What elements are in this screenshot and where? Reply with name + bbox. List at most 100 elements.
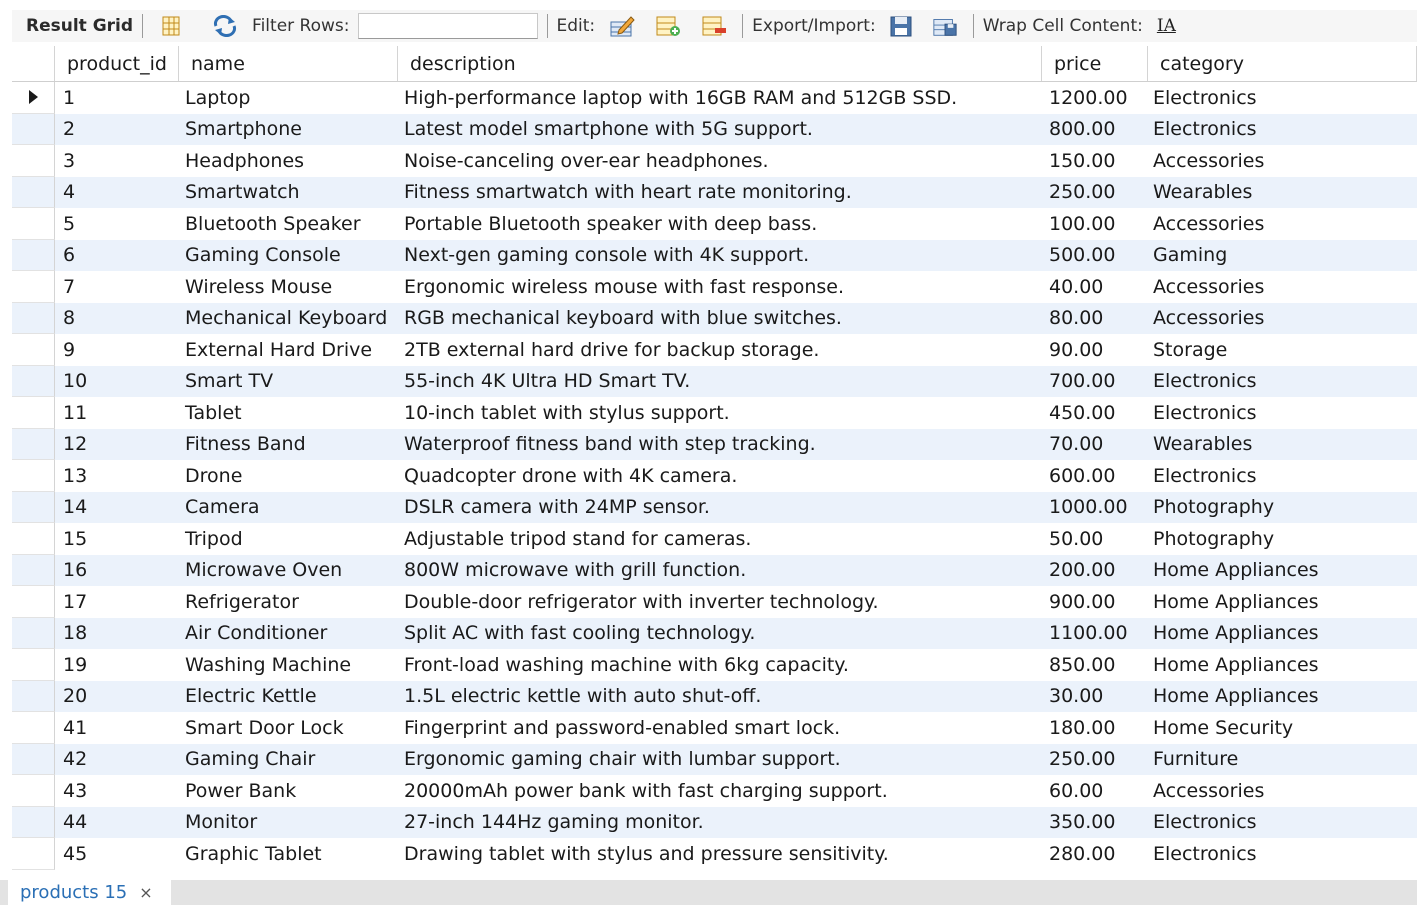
- cell-category[interactable]: Home Appliances: [1148, 586, 1417, 618]
- cell-description[interactable]: Waterproof fitness band with step tracki…: [398, 429, 1042, 461]
- cell-name[interactable]: Drone: [179, 460, 398, 492]
- cell-category[interactable]: Accessories: [1148, 775, 1417, 807]
- cell-name[interactable]: Smartwatch: [179, 177, 398, 209]
- cell-price[interactable]: 80.00: [1042, 303, 1148, 335]
- cell-category[interactable]: Accessories: [1148, 271, 1417, 303]
- insert-row-icon[interactable]: [655, 13, 681, 39]
- cell-category[interactable]: Accessories: [1148, 208, 1417, 240]
- cell-name[interactable]: Wireless Mouse: [179, 271, 398, 303]
- cell-description[interactable]: DSLR camera with 24MP sensor.: [398, 492, 1042, 524]
- cell-description[interactable]: Noise-canceling over-ear headphones.: [398, 145, 1042, 177]
- cell-category[interactable]: Wearables: [1148, 429, 1417, 461]
- cell-description[interactable]: Quadcopter drone with 4K camera.: [398, 460, 1042, 492]
- table-row[interactable]: 11 Tablet 10-inch tablet with stylus suppo…: [12, 397, 1417, 429]
- table-row[interactable]: 18 Air Conditioner Split AC with fast cool…: [12, 617, 1417, 650]
- cell-category[interactable]: Home Appliances: [1148, 649, 1417, 681]
- cell-category[interactable]: Wearables: [1148, 177, 1417, 209]
- column-header-category[interactable]: category: [1148, 46, 1417, 81]
- cell-description[interactable]: 800W microwave with grill function.: [398, 555, 1042, 587]
- table-row[interactable]: 42 Gaming Chair Ergonomic gaming chair wit…: [12, 743, 1417, 776]
- table-row[interactable]: 16 Microwave Oven 800W microwave with gril…: [12, 554, 1417, 587]
- cell-product-id[interactable]: 3: [55, 145, 179, 177]
- cell-category[interactable]: Home Appliances: [1148, 555, 1417, 587]
- cell-product-id[interactable]: 10: [55, 366, 179, 398]
- wrap-text-icon[interactable]: IA: [1157, 16, 1176, 36]
- cell-price[interactable]: 200.00: [1042, 555, 1148, 587]
- cell-product-id[interactable]: 15: [55, 523, 179, 555]
- cell-category[interactable]: Electronics: [1148, 838, 1417, 870]
- table-row[interactable]: 1 Laptop High-performance laptop with 16GB…: [12, 82, 1417, 114]
- edit-row-icon[interactable]: [609, 13, 635, 39]
- cell-price[interactable]: 900.00: [1042, 586, 1148, 618]
- cell-category[interactable]: Electronics: [1148, 114, 1417, 146]
- row-selector[interactable]: [12, 239, 55, 271]
- row-selector[interactable]: [12, 743, 55, 775]
- cell-category[interactable]: Photography: [1148, 492, 1417, 524]
- row-selector[interactable]: [12, 176, 55, 208]
- cell-name[interactable]: Refrigerator: [179, 586, 398, 618]
- cell-description[interactable]: Latest model smartphone with 5G support.: [398, 114, 1042, 146]
- table-row[interactable]: 3 Headphones Noise-canceling over-ear head…: [12, 145, 1417, 177]
- cell-category[interactable]: Electronics: [1148, 82, 1417, 114]
- row-selector[interactable]: [12, 82, 55, 114]
- row-selector[interactable]: [12, 491, 55, 523]
- cell-name[interactable]: Gaming Chair: [179, 744, 398, 776]
- cell-category[interactable]: Accessories: [1148, 303, 1417, 335]
- table-row[interactable]: 5 Bluetooth Speaker Portable Bluetooth spe…: [12, 208, 1417, 240]
- cell-category[interactable]: Photography: [1148, 523, 1417, 555]
- cell-price[interactable]: 350.00: [1042, 807, 1148, 839]
- row-selector[interactable]: [12, 113, 55, 145]
- cell-name[interactable]: Tripod: [179, 523, 398, 555]
- row-selector[interactable]: [12, 806, 55, 838]
- cell-name[interactable]: Smart Door Lock: [179, 712, 398, 744]
- cell-description[interactable]: Double-door refrigerator with inverter t…: [398, 586, 1042, 618]
- cell-name[interactable]: Monitor: [179, 807, 398, 839]
- cell-price[interactable]: 250.00: [1042, 744, 1148, 776]
- cell-price[interactable]: 50.00: [1042, 523, 1148, 555]
- cell-category[interactable]: Home Security: [1148, 712, 1417, 744]
- cell-price[interactable]: 60.00: [1042, 775, 1148, 807]
- cell-category[interactable]: Electronics: [1148, 807, 1417, 839]
- cell-product-id[interactable]: 7: [55, 271, 179, 303]
- form-editor-icon[interactable]: [158, 13, 184, 39]
- cell-product-id[interactable]: 16: [55, 555, 179, 587]
- row-selector[interactable]: [12, 428, 55, 460]
- row-selector[interactable]: [12, 554, 55, 586]
- cell-name[interactable]: Bluetooth Speaker: [179, 208, 398, 240]
- cell-product-id[interactable]: 20: [55, 681, 179, 713]
- cell-price[interactable]: 600.00: [1042, 460, 1148, 492]
- row-selector[interactable]: [12, 838, 55, 870]
- cell-price[interactable]: 1000.00: [1042, 492, 1148, 524]
- column-header-price[interactable]: price: [1042, 46, 1148, 81]
- table-row[interactable]: 2 Smartphone Latest model smartphone with …: [12, 113, 1417, 146]
- cell-product-id[interactable]: 4: [55, 177, 179, 209]
- cell-category[interactable]: Electronics: [1148, 397, 1417, 429]
- row-selector[interactable]: [12, 523, 55, 555]
- cell-price[interactable]: 500.00: [1042, 240, 1148, 272]
- cell-description[interactable]: Adjustable tripod stand for cameras.: [398, 523, 1042, 555]
- row-selector[interactable]: [12, 775, 55, 807]
- cell-category[interactable]: Electronics: [1148, 366, 1417, 398]
- cell-product-id[interactable]: 2: [55, 114, 179, 146]
- cell-description[interactable]: Fitness smartwatch with heart rate monit…: [398, 177, 1042, 209]
- table-row[interactable]: 8 Mechanical Keyboard RGB mechanical keybo…: [12, 302, 1417, 335]
- cell-price[interactable]: 250.00: [1042, 177, 1148, 209]
- cell-description[interactable]: 27-inch 144Hz gaming monitor.: [398, 807, 1042, 839]
- cell-price[interactable]: 1100.00: [1042, 618, 1148, 650]
- table-row[interactable]: 41 Smart Door Lock Fingerprint and passwor…: [12, 712, 1417, 744]
- table-row[interactable]: 14 Camera DSLR camera with 24MP sensor. 100…: [12, 491, 1417, 524]
- cell-product-id[interactable]: 11: [55, 397, 179, 429]
- row-selector[interactable]: [12, 649, 55, 681]
- row-selector[interactable]: [12, 145, 55, 177]
- export-icon[interactable]: [888, 13, 914, 39]
- cell-description[interactable]: Drawing tablet with stylus and pressure …: [398, 838, 1042, 870]
- cell-price[interactable]: 180.00: [1042, 712, 1148, 744]
- cell-product-id[interactable]: 19: [55, 649, 179, 681]
- table-row[interactable]: 43 Power Bank 20000mAh power bank with fas…: [12, 775, 1417, 807]
- column-header-product-id[interactable]: product_id: [55, 46, 179, 81]
- cell-name[interactable]: Fitness Band: [179, 429, 398, 461]
- cell-product-id[interactable]: 13: [55, 460, 179, 492]
- cell-product-id[interactable]: 42: [55, 744, 179, 776]
- row-selector[interactable]: [12, 397, 55, 429]
- column-header-name[interactable]: name: [179, 46, 398, 81]
